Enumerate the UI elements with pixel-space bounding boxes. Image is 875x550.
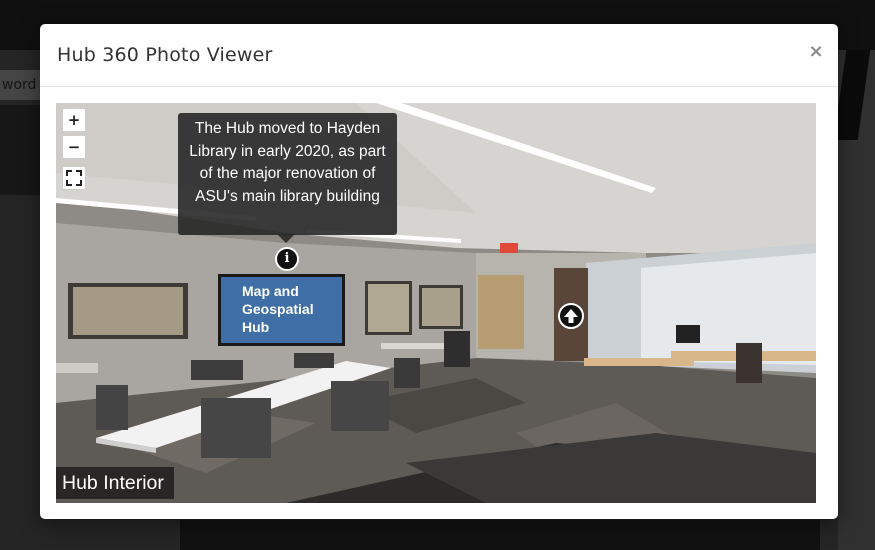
- navigation-hotspot[interactable]: [558, 303, 584, 329]
- info-hotspot[interactable]: i: [275, 247, 299, 271]
- svg-text:Hub: Hub: [242, 319, 269, 335]
- modal-title: Hub 360 Photo Viewer: [57, 44, 273, 66]
- info-icon: i: [284, 251, 290, 266]
- scene-caption: Hub Interior: [56, 467, 174, 499]
- svg-text:Geospatial: Geospatial: [242, 301, 314, 317]
- close-button[interactable]: ×: [806, 40, 826, 64]
- fullscreen-icon: [66, 170, 82, 186]
- svg-text:Map and: Map and: [242, 283, 299, 299]
- arrow-up-icon: [564, 309, 578, 323]
- panorama-image[interactable]: Map and Geospatial Hub: [56, 103, 816, 503]
- fullscreen-button[interactable]: [62, 166, 86, 190]
- panorama-viewer[interactable]: Map and Geospatial Hub + − The Hub moved…: [56, 103, 816, 503]
- zoom-in-button[interactable]: +: [62, 108, 86, 132]
- zoom-out-button[interactable]: −: [62, 135, 86, 159]
- info-tooltip: The Hub moved to Hayden Library in early…: [178, 113, 397, 235]
- tooltip-arrow: [277, 234, 295, 243]
- photo-viewer-modal: Hub 360 Photo Viewer × Map and Geospatia…: [40, 24, 838, 519]
- modal-header: Hub 360 Photo Viewer ×: [40, 24, 838, 87]
